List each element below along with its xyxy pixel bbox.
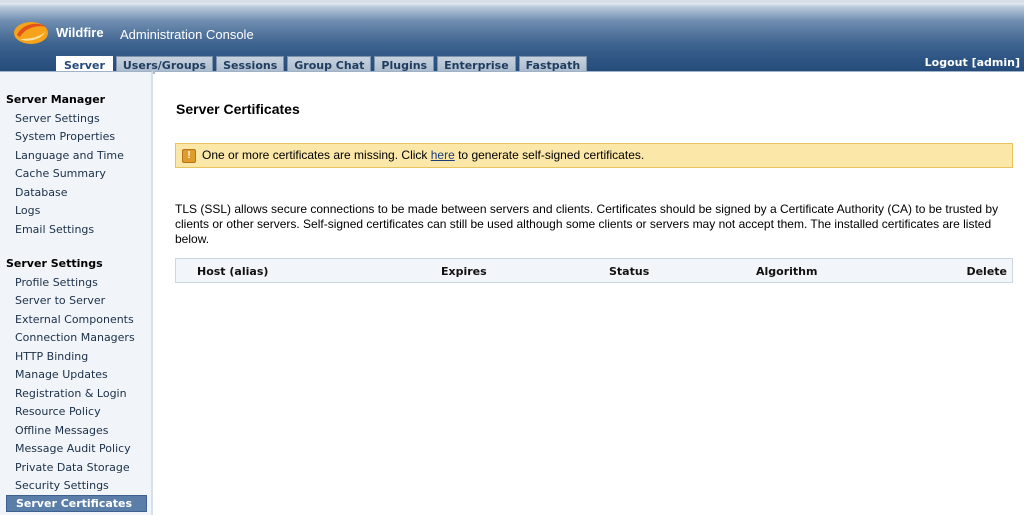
wildfire-logo-icon <box>14 22 48 44</box>
sidebar-item-server-to-server[interactable]: Server to Server <box>15 294 105 307</box>
sidebar-item-private-data-storage[interactable]: Private Data Storage <box>15 461 130 474</box>
main-content: Server Certificates ! One or more certif… <box>155 71 1024 515</box>
console-title: Administration Console <box>120 27 254 42</box>
header-bar: Wildfire Administration Console Server U… <box>0 0 1024 75</box>
column-expires: Expires <box>441 265 487 278</box>
column-host-alias: Host (alias) <box>197 265 269 278</box>
sidebar-item-system-properties[interactable]: System Properties <box>15 130 115 143</box>
sidebar-item-email-settings[interactable]: Email Settings <box>15 223 94 236</box>
column-delete: Delete <box>966 265 1007 278</box>
sidebar-item-server-certificates[interactable]: Server Certificates <box>6 495 147 512</box>
warning-banner: ! One or more certificates are missing. … <box>175 143 1013 168</box>
warning-text-after: to generate self-signed certificates. <box>454 148 645 162</box>
warning-text-before: One or more certificates are missing. Cl… <box>202 148 431 162</box>
sidebar-item-connection-managers[interactable]: Connection Managers <box>15 331 135 344</box>
sidebar-item-cache-summary[interactable]: Cache Summary <box>15 167 106 180</box>
sidebar-item-manage-updates[interactable]: Manage Updates <box>15 368 108 381</box>
sidebar-item-external-components[interactable]: External Components <box>15 313 134 326</box>
generate-certificates-link[interactable]: here <box>431 148 455 162</box>
warning-message: One or more certificates are missing. Cl… <box>202 144 644 167</box>
sidebar-item-message-audit-policy[interactable]: Message Audit Policy <box>15 442 131 455</box>
column-status: Status <box>609 265 650 278</box>
sidebar-item-server-settings[interactable]: Server Settings <box>15 112 100 125</box>
sidebar-item-http-binding[interactable]: HTTP Binding <box>15 350 88 363</box>
sidebar: Server Manager Server Settings System Pr… <box>0 71 153 515</box>
sidebar-heading-server-manager: Server Manager <box>6 93 106 106</box>
column-algorithm: Algorithm <box>756 265 818 278</box>
sidebar-heading-server-settings: Server Settings <box>6 257 103 270</box>
sidebar-item-language-and-time[interactable]: Language and Time <box>15 149 124 162</box>
page-title: Server Certificates <box>176 101 300 117</box>
sidebar-item-logs[interactable]: Logs <box>15 204 40 217</box>
sidebar-item-registration-login[interactable]: Registration & Login <box>15 387 127 400</box>
sidebar-item-resource-policy[interactable]: Resource Policy <box>15 405 101 418</box>
tls-description: TLS (SSL) allows secure connections to b… <box>175 202 999 246</box>
sidebar-item-database[interactable]: Database <box>15 186 68 199</box>
warning-icon: ! <box>182 149 196 163</box>
sidebar-item-offline-messages[interactable]: Offline Messages <box>15 424 109 437</box>
brand-name: Wildfire <box>56 25 104 40</box>
logout-link[interactable]: Logout [admin] <box>925 56 1020 69</box>
sidebar-item-security-settings[interactable]: Security Settings <box>15 479 109 492</box>
certificates-table-header: Host (alias) Expires Status Algorithm De… <box>175 258 1013 283</box>
sidebar-item-profile-settings[interactable]: Profile Settings <box>15 276 98 289</box>
